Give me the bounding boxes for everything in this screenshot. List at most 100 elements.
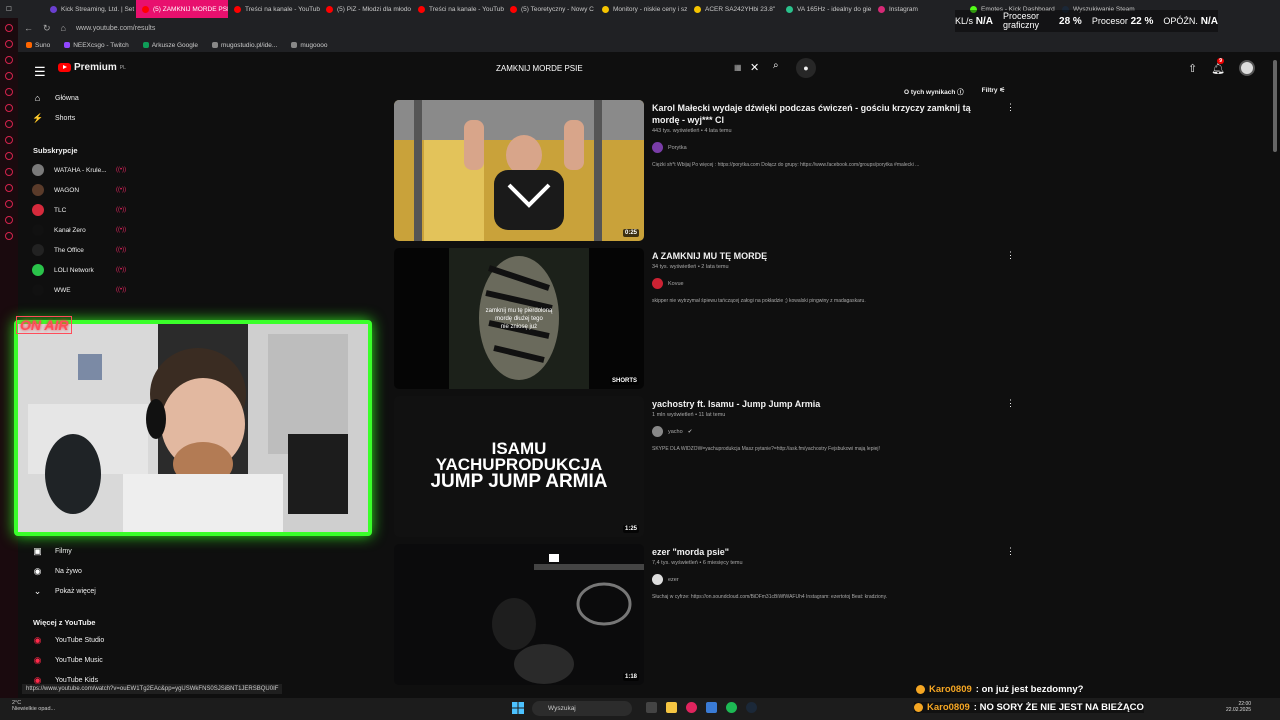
ext-icon[interactable]: [5, 216, 13, 224]
ext-icon[interactable]: [5, 72, 13, 80]
ext-icon[interactable]: [5, 200, 13, 208]
subscription-item[interactable]: LOLI Network ((•)): [18, 262, 138, 278]
taskbar-clock[interactable]: 22:00 22.02.2025: [1226, 701, 1251, 713]
browser-tab[interactable]: Treści na kanale - YouTub: [228, 0, 320, 18]
ext-icon[interactable]: [5, 104, 13, 112]
ext-icon[interactable]: [5, 152, 13, 160]
video-result[interactable]: ISAMU YACHUPRODUKCJA JUMP JUMP ARMIA 1:25 ya…: [394, 396, 1024, 537]
video-title[interactable]: A ZAMKNIJ MU TĘ MORDĘ: [652, 250, 992, 262]
video-thumbnail[interactable]: ISAMU YACHUPRODUKCJA JUMP JUMP ARMIA 1:25: [394, 396, 644, 537]
avatar[interactable]: [1239, 60, 1256, 76]
subscription-item[interactable]: WAGON ((•)): [18, 182, 138, 198]
browser-tab[interactable]: VA 165Hz - idealny do gie: [780, 0, 872, 18]
bookmark-link[interactable]: Arkusze Google: [142, 42, 198, 49]
more-actions-icon[interactable]: ⋮: [1006, 398, 1015, 409]
sidebar-item[interactable]: ◉ YouTube Music: [18, 652, 138, 668]
video-description: Ciężki sh*t Wbijaj Po więcej : https://p…: [652, 162, 920, 168]
video-result[interactable]: 1:18 ezer "morda psie" 7,4 tys. wyświetleń…: [394, 544, 1024, 685]
more-actions-icon[interactable]: ⋮: [1006, 250, 1015, 261]
channel-link[interactable]: Porytka: [652, 142, 687, 153]
ext-icon[interactable]: [5, 232, 13, 240]
sidebar-item[interactable]: ⌄ Pokaż więcej: [18, 583, 138, 599]
sidebar-item[interactable]: ◉ YouTube Studio: [18, 632, 138, 648]
upload-icon[interactable]: ⇧: [1188, 62, 1197, 75]
ext-icon[interactable]: [5, 88, 13, 96]
app-icon[interactable]: [706, 702, 717, 713]
ext-icon[interactable]: [5, 136, 13, 144]
channel-link[interactable]: Kovue: [652, 278, 684, 289]
subscriptions-header[interactable]: Subskrypcje: [33, 146, 78, 155]
ext-icon[interactable]: [5, 184, 13, 192]
windows-start-icon[interactable]: [512, 702, 524, 714]
delay-label: OPÓŹN.: [1163, 15, 1198, 26]
ext-icon[interactable]: [5, 24, 13, 32]
voice-search-icon[interactable]: ●: [796, 58, 816, 78]
browser-tab[interactable]: Treści na kanale - YouTub: [412, 0, 504, 18]
bookmark-link[interactable]: NEEXcsgo - Twitch: [64, 42, 129, 49]
video-result[interactable]: zamknij mu tę pierdoloną mordę dłużej teg…: [394, 248, 1024, 389]
new-tab-menu[interactable]: ☐: [0, 0, 44, 18]
sidebar-item[interactable]: ◉ Na żywo: [18, 563, 138, 579]
opera-icon[interactable]: [686, 702, 697, 713]
search-box[interactable]: ZAMKNIJ MORDE PSIE ▦ ✕ ⌕: [488, 58, 788, 78]
keyboard-icon[interactable]: ▦: [734, 63, 742, 72]
browser-tab[interactable]: (5) Teoretyczny - Nowy C: [504, 0, 596, 18]
clear-search-icon[interactable]: ✕: [750, 61, 759, 74]
page-scrollbar[interactable]: [1273, 60, 1277, 152]
sidebar-item-label: YouTube Music: [55, 656, 103, 664]
spotify-icon[interactable]: [726, 702, 737, 713]
sidebar-item[interactable]: ⌂ Główna: [18, 90, 138, 106]
ext-icon[interactable]: [5, 56, 13, 64]
subscription-label: The Office: [54, 246, 84, 254]
subscription-item[interactable]: TLC ((•)): [18, 202, 138, 218]
sidebar-item[interactable]: ▣ Filmy: [18, 543, 138, 559]
channel-avatar: [32, 284, 44, 296]
browser-tab[interactable]: Kick Streaming, Ltd. | Set: [44, 0, 136, 18]
home-icon[interactable]: ⌂: [61, 23, 66, 33]
browser-tab[interactable]: Monitory - niskie ceny i sz: [596, 0, 688, 18]
video-thumbnail[interactable]: zamknij mu tę pierdoloną mordę dłużej teg…: [394, 248, 644, 389]
video-title[interactable]: ezer "morda psie": [652, 546, 992, 558]
ext-icon[interactable]: [5, 40, 13, 48]
subscription-item[interactable]: Kanał Zero ((•)): [18, 222, 138, 238]
channel-avatar: [652, 278, 663, 289]
more-actions-icon[interactable]: ⋮: [1006, 102, 1015, 113]
subscription-item[interactable]: WATAHA - Krule... ((•)): [18, 162, 138, 178]
channel-link[interactable]: yacho ✔: [652, 426, 692, 437]
filters-button[interactable]: Filtry ⚟: [982, 86, 1006, 96]
subscription-item[interactable]: WWE ((•)): [18, 282, 138, 298]
browser-tab[interactable]: Instagram: [872, 0, 964, 18]
video-thumbnail[interactable]: 1:18: [394, 544, 644, 685]
video-title[interactable]: Karol Małecki wydaje dźwięki podczas ćwi…: [652, 102, 992, 126]
browser-tab[interactable]: (5) PiZ - Młodzi dla młodo: [320, 0, 412, 18]
video-thumbnail[interactable]: 0:25: [394, 100, 644, 241]
file-explorer-icon[interactable]: [666, 702, 677, 713]
search-input[interactable]: ZAMKNIJ MORDE PSIE: [496, 64, 583, 73]
about-results-button[interactable]: O tych wynikach ⓘ: [904, 86, 964, 96]
back-icon[interactable]: ←: [24, 23, 33, 33]
video-title[interactable]: yachostry ft. Isamu - Jump Jump Armia: [652, 398, 992, 410]
weather-widget[interactable]: 2°C Niewielkie opad...: [12, 700, 55, 712]
taskbar-search[interactable]: Wyszukaj: [532, 701, 632, 716]
sidebar-item[interactable]: ⚡ Shorts: [18, 110, 138, 126]
sidebar-item-label: YouTube Studio: [55, 636, 105, 644]
reload-icon[interactable]: ↻: [43, 23, 51, 34]
bookmark-link[interactable]: mugostudio.pl/ide...: [211, 42, 277, 49]
subscription-item[interactable]: The Office ((•)): [18, 242, 138, 258]
ext-icon[interactable]: [5, 168, 13, 176]
bookmark-link[interactable]: Suno: [26, 42, 50, 49]
youtube-logo[interactable]: Premium PL: [58, 62, 126, 73]
steam-icon[interactable]: [746, 702, 757, 713]
search-icon[interactable]: ⌕: [773, 60, 779, 71]
browser-tab[interactable]: ACER SA242YHbi 23.8": [688, 0, 780, 18]
notifications-icon[interactable]: 🔔︎ 9: [1211, 57, 1225, 75]
url-field[interactable]: www.youtube.com/results: [76, 25, 155, 32]
browser-tab[interactable]: (5) ZAMKNIJ MORDE PSI: [136, 0, 228, 18]
task-view-icon[interactable]: [646, 702, 657, 713]
video-result[interactable]: 0:25 Karol Małecki wydaje dźwięki podczas…: [394, 100, 1024, 241]
hamburger-menu-icon[interactable]: ☰: [34, 64, 46, 80]
bookmark-link[interactable]: mugoooo: [291, 42, 327, 49]
more-actions-icon[interactable]: ⋮: [1006, 546, 1015, 557]
ext-icon[interactable]: [5, 120, 13, 128]
channel-link[interactable]: ezer: [652, 574, 679, 585]
